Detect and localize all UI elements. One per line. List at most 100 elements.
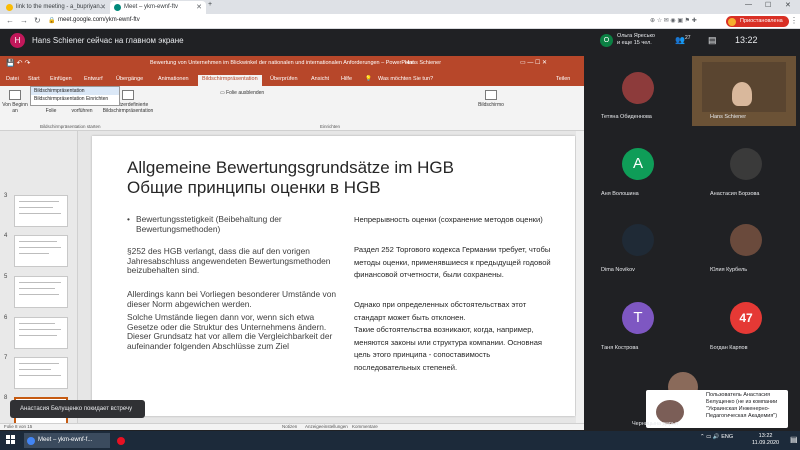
taskbar-clock[interactable]: 13:22 11.09.2020 [752, 433, 779, 447]
lock-icon: 🔒 [48, 18, 56, 24]
slide-scrollbar[interactable] [576, 131, 584, 423]
participant-photo-avatar [622, 224, 654, 256]
from-beginning-button[interactable]: Von Beginn an [2, 90, 28, 114]
windows-start-icon[interactable] [6, 435, 16, 445]
dropdown-option-setup[interactable]: Bildschirmpräsentation Einrichten [31, 95, 119, 103]
more-participants-avatar: O [600, 34, 613, 47]
participant-name: Таня Кострова [601, 345, 639, 351]
paused-label: Приостановлена [740, 18, 783, 24]
ribbon-tab-start[interactable]: Start [28, 76, 40, 82]
back-icon[interactable]: ← [6, 16, 14, 25]
browser-tab-meet[interactable]: Meet – ykm-ewnf-ftv ✕ [110, 1, 206, 14]
leave-notification: Анастасия Белущенко покидает встречу [10, 400, 145, 418]
notes-button[interactable]: Notizen [282, 424, 297, 429]
participant-photo-avatar [622, 72, 654, 104]
custom-slideshow-icon [122, 90, 134, 100]
slide-thumbnail[interactable] [14, 276, 68, 308]
participant-photo-avatar [730, 224, 762, 256]
slide-paragraph-ru-2: Раздел 252 Торгового кодекса Германии тр… [354, 245, 551, 279]
browser-tab-link[interactable]: link to the meeting - a_bupriyan... ✕ [2, 1, 110, 14]
notifications-icon[interactable]: ▤ [790, 435, 798, 444]
tell-me-search[interactable]: Was möchten Sie tun? [378, 76, 433, 82]
participant-name: Тетяна Обиденнова [601, 114, 652, 120]
ribbon-tab-transitions[interactable]: Übergänge [116, 76, 143, 82]
screen-recording-button[interactable]: Bildschirmo [476, 90, 506, 108]
participant-name: Юлия Курбель [710, 267, 748, 273]
close-tab-icon[interactable]: ✕ [196, 3, 202, 11]
participant-name: Черницына дарья [632, 421, 678, 427]
ribbon-tab-file[interactable]: Datei [6, 76, 19, 82]
popup-line: Педагогическая Академия") [706, 413, 778, 419]
button-label: Von Beginn an [2, 102, 28, 114]
task-label: Meet – ykm-ewnf-f... [38, 437, 93, 443]
taskbar-chrome-meet[interactable]: Meet – ykm-ewnf-f... [24, 433, 110, 448]
hide-slide-button[interactable]: ▭ Folie ausblenden [220, 90, 280, 96]
participant-initial-avatar: Т [622, 302, 654, 334]
slideshow-dropdown[interactable]: Bildschirmpräsentation Bildschirmpräsent… [30, 86, 120, 106]
ribbon-group-start: Bildschirmpräsentation starten [40, 124, 101, 129]
ribbon-tab-design[interactable]: Entwurf [84, 76, 103, 82]
meet-header: H Hans Schiener сейчас на главном экране… [0, 29, 800, 53]
person-head [732, 82, 752, 106]
save-icon[interactable]: 💾 ↶ ↷ [6, 59, 30, 67]
slide-title-ru: Общие принципы оценки в HGB [127, 178, 381, 197]
slide-bullet-de: • Bewertungsstetigkeit (Beibehaltung der… [127, 214, 312, 234]
meet-favicon-icon [114, 4, 121, 11]
minimize-icon[interactable]: — [745, 1, 752, 8]
bullet-icon: • [127, 214, 130, 224]
presenting-status: Hans Schiener сейчас на главном экране [32, 36, 184, 45]
menu-kebab-icon[interactable]: ⋮ [790, 16, 798, 25]
maximize-icon[interactable]: ☐ [765, 1, 771, 9]
slide-thumbnail[interactable] [14, 235, 68, 267]
monitor-icon [485, 90, 497, 100]
ribbon-tab-animations[interactable]: Animationen [158, 76, 189, 82]
slide-paragraph-ru-3: Однако при определенных обстоятельствах … [354, 300, 527, 322]
thumb-number: 5 [4, 274, 8, 280]
chat-icon[interactable]: ▤ [708, 35, 717, 46]
ribbon-tab-insert[interactable]: Einfügen [50, 76, 72, 82]
slide-thumbnail[interactable] [14, 195, 68, 227]
popup-text: Пользователь Анастасия Белущенко (не из … [706, 392, 777, 420]
thumb-number: 6 [4, 315, 8, 321]
url-field[interactable]: meet.google.com/ykm-ewnf-ftv [58, 17, 140, 23]
ribbon-tab-review[interactable]: Überprüfen [270, 76, 298, 82]
ppt-window-controls[interactable]: ▭ — ☐ ✕ [520, 59, 547, 66]
thumb-number: 8 [4, 395, 8, 401]
forward-icon[interactable]: → [20, 16, 28, 25]
presenter-avatar: H [10, 33, 25, 48]
ribbon-tab-help[interactable]: Hilfe [341, 76, 352, 82]
comments-button[interactable]: Kommentare [352, 424, 378, 429]
slide-thumbnail-pane: 3 4 5 6 7 8 9 [0, 131, 78, 441]
ribbon-tab-view[interactable]: Ansicht [311, 76, 329, 82]
slide-paragraph-ru-4: Такие обстоятельства возникают, когда, н… [354, 325, 543, 372]
slide-thumbnail[interactable] [14, 317, 68, 349]
new-tab-icon[interactable]: + [208, 1, 212, 8]
close-tab-icon[interactable]: ✕ [100, 3, 106, 11]
meeting-clock: 13:22 [735, 35, 758, 45]
participant-initial-avatar: 47 [730, 302, 762, 334]
display-settings-button[interactable]: Anzeigeeinstellungen [305, 424, 348, 429]
popup-line: "Украинская Инженерно- [706, 406, 770, 412]
close-window-icon[interactable]: ✕ [785, 1, 791, 9]
ribbon-group-setup: Einrichten [320, 124, 341, 129]
slide-paragraph-de-3: Solche Umstände liegen dann vor, wenn si… [127, 312, 333, 351]
slide-counter: Folie 8 von 15 [4, 424, 33, 429]
ribbon-tab-slideshow[interactable]: Bildschirmpräsentation [198, 75, 262, 86]
ppt-status-bar: Folie 8 von 15 Notizen Anzeigeeinstellun… [0, 423, 584, 430]
system-tray[interactable]: ⌃ ▭ 🔊 ENG [700, 434, 733, 440]
taskbar-opera[interactable] [114, 433, 130, 448]
chrome-icon [27, 437, 35, 445]
reload-icon[interactable]: ↻ [34, 16, 41, 25]
ppt-title-bar: 💾 ↶ ↷ Bewertung von Unternehmen im Blick… [0, 56, 584, 74]
shared-powerpoint-window: 💾 ↶ ↷ Bewertung von Unternehmen im Blick… [0, 56, 584, 441]
profile-paused-button[interactable]: Приостановлена [726, 16, 789, 27]
share-button[interactable]: Teilen [556, 76, 570, 82]
thumb-number: 7 [4, 355, 8, 361]
extensions-icon[interactable]: ⊕ ☆ ✉ ◉ ▣ ⚑ ✚ [650, 17, 697, 24]
slide-thumbnail[interactable] [14, 357, 68, 389]
taskbar-time: 13:22 [758, 433, 773, 439]
people-button[interactable]: 👥27 [675, 35, 691, 45]
language-indicator: ENG [721, 434, 734, 440]
people-icon: 👥 [675, 35, 685, 45]
dropdown-option-slideshow[interactable]: Bildschirmpräsentation [31, 87, 119, 95]
